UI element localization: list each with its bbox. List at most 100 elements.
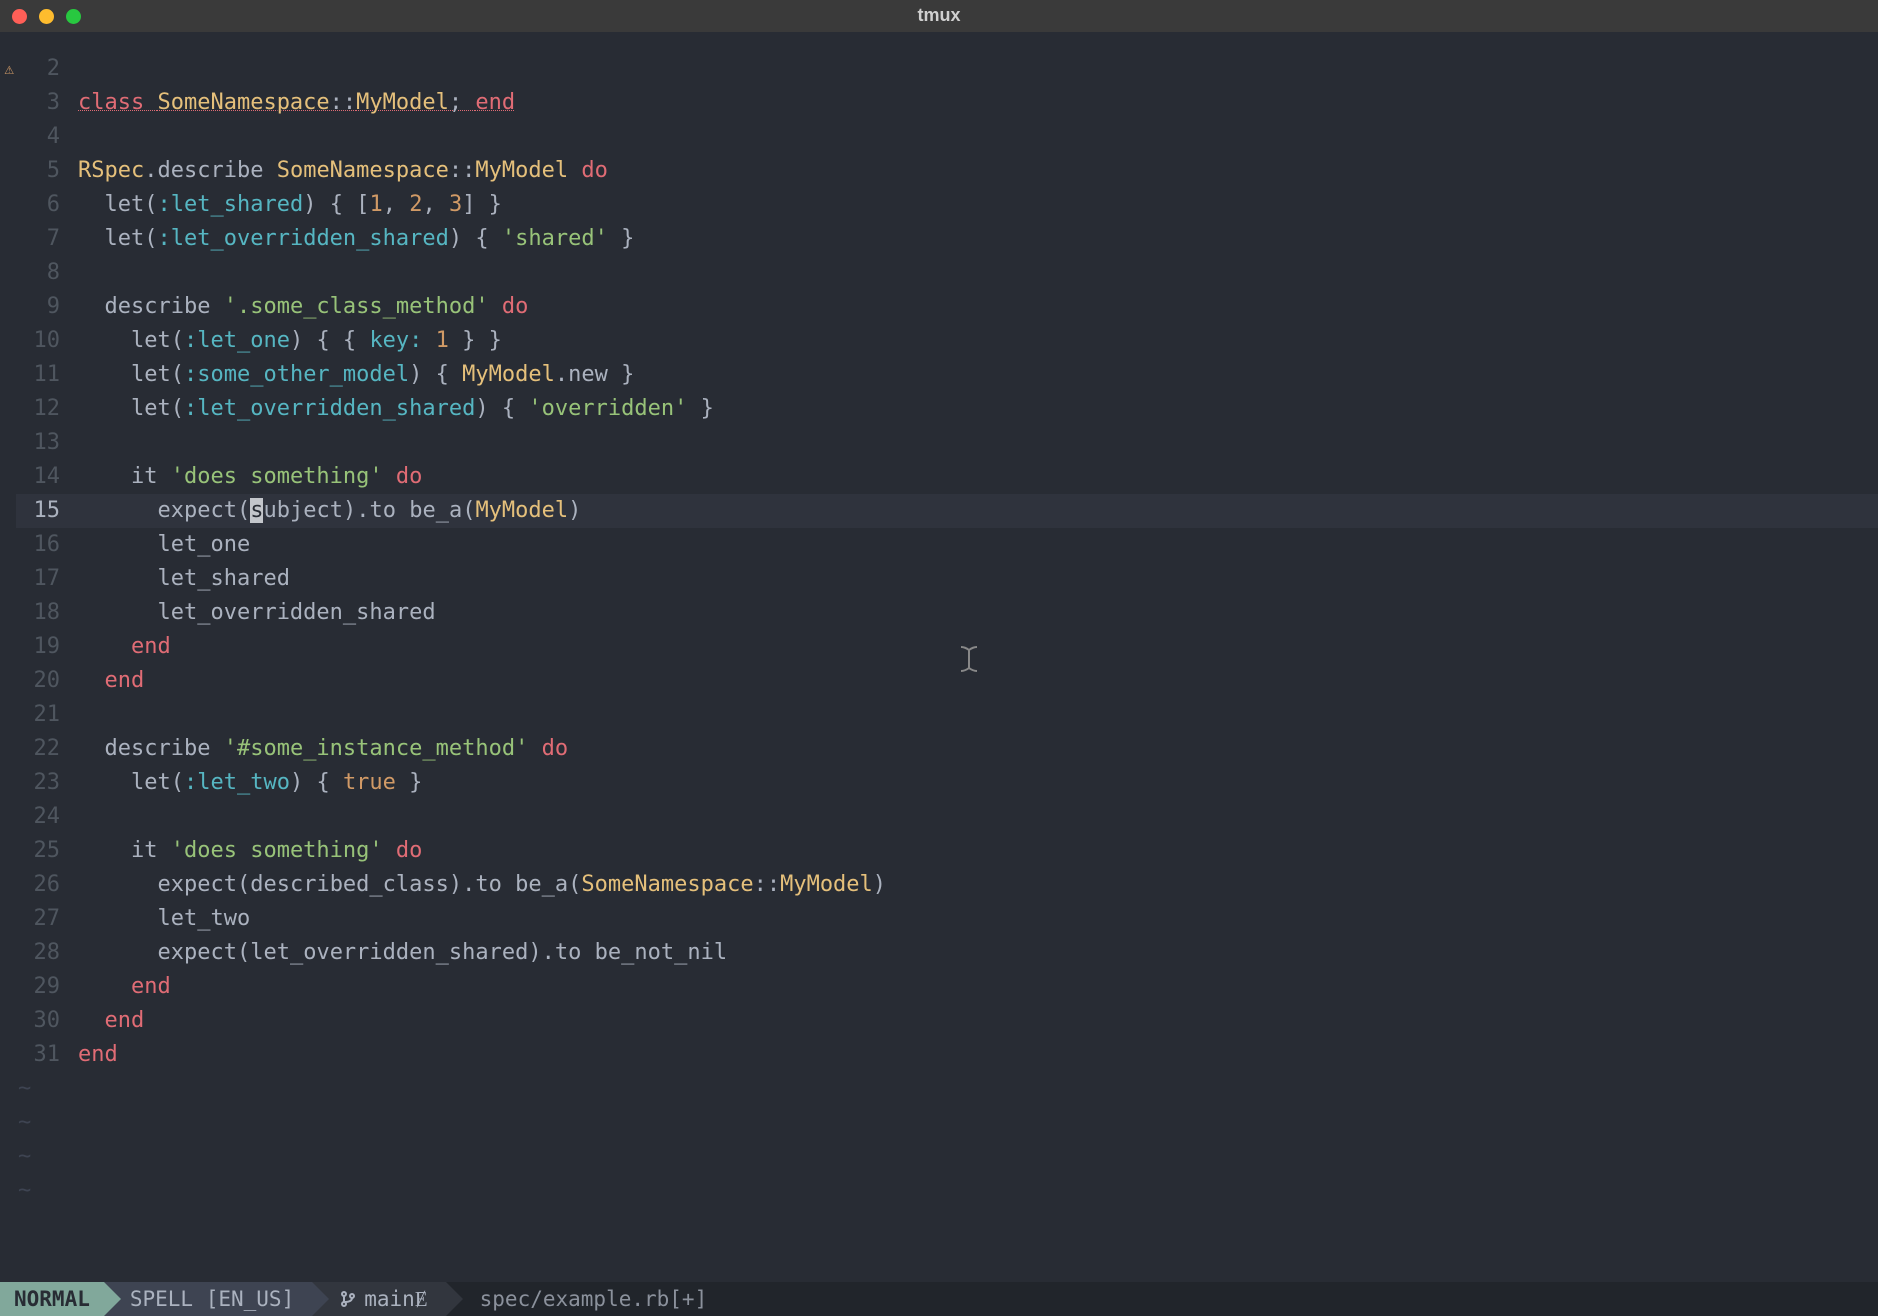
code-line[interactable]: 28 expect(let_overridden_shared).to be_n… bbox=[16, 936, 1878, 970]
code-line[interactable]: 10 let(:let_one) { { key: 1 } } bbox=[16, 324, 1878, 358]
code-content[interactable]: end bbox=[78, 1038, 1878, 1072]
code-line[interactable]: 22 describe '#some_instance_method' do bbox=[16, 732, 1878, 766]
line-number: 15 bbox=[16, 494, 78, 528]
line-number: 28 bbox=[16, 936, 78, 970]
code-content[interactable]: end bbox=[78, 970, 1878, 1004]
code-line[interactable]: 27 let_two bbox=[16, 902, 1878, 936]
code-line[interactable]: 20 end bbox=[16, 664, 1878, 698]
line-number: 22 bbox=[16, 732, 78, 766]
code-line[interactable]: 19 end bbox=[16, 630, 1878, 664]
code-content[interactable]: expect(described_class).to be_a(SomeName… bbox=[78, 868, 1878, 902]
line-number: 9 bbox=[16, 290, 78, 324]
line-number: 20 bbox=[16, 664, 78, 698]
line-number: 10 bbox=[16, 324, 78, 358]
line-number: 25 bbox=[16, 834, 78, 868]
code-content[interactable]: describe '#some_instance_method' do bbox=[78, 732, 1878, 766]
sign-column: ⚠ bbox=[0, 52, 16, 1282]
code-line[interactable]: 30 end bbox=[16, 1004, 1878, 1038]
code-line[interactable]: 9 describe '.some_class_method' do bbox=[16, 290, 1878, 324]
code-content[interactable]: let(:let_two) { true } bbox=[78, 766, 1878, 800]
window-title: tmux bbox=[917, 2, 960, 30]
line-number: 11 bbox=[16, 358, 78, 392]
status-spell: SPELL [EN_US] bbox=[104, 1282, 312, 1316]
status-filename: spec/example.rb[+] bbox=[446, 1282, 726, 1316]
line-number: 19 bbox=[16, 630, 78, 664]
code-line[interactable]: 11 let(:some_other_model) { MyModel.new … bbox=[16, 358, 1878, 392]
zoom-icon[interactable] bbox=[66, 9, 81, 24]
code-line[interactable]: 21 bbox=[16, 698, 1878, 732]
code-line[interactable]: 24 bbox=[16, 800, 1878, 834]
line-number: 12 bbox=[16, 392, 78, 426]
code-line[interactable]: 18 let_overridden_shared bbox=[16, 596, 1878, 630]
close-icon[interactable] bbox=[12, 9, 27, 24]
code-content[interactable]: expect(subject).to be_a(MyModel) bbox=[78, 494, 1878, 528]
status-mode: NORMAL bbox=[0, 1282, 104, 1316]
code-content[interactable]: let(:let_shared) { [1, 2, 3] } bbox=[78, 188, 1878, 222]
branch-icon bbox=[340, 1291, 356, 1307]
empty-line-tilde: ~ bbox=[16, 1072, 1878, 1106]
line-number: 16 bbox=[16, 528, 78, 562]
code-content[interactable]: let_shared bbox=[78, 562, 1878, 596]
line-number: 24 bbox=[16, 800, 78, 834]
code-content[interactable]: expect(let_overridden_shared).to be_not_… bbox=[78, 936, 1878, 970]
empty-line-tilde: ~ bbox=[16, 1174, 1878, 1208]
code-content[interactable]: let(:let_overridden_shared) { 'overridde… bbox=[78, 392, 1878, 426]
code-line[interactable]: 31end bbox=[16, 1038, 1878, 1072]
code-content[interactable]: let(:let_overridden_shared) { 'shared' } bbox=[78, 222, 1878, 256]
line-number: 27 bbox=[16, 902, 78, 936]
code-line[interactable]: 26 expect(described_class).to be_a(SomeN… bbox=[16, 868, 1878, 902]
code-content[interactable]: class SomeNamespace::MyModel; end bbox=[78, 86, 1878, 120]
code-content[interactable]: let_two bbox=[78, 902, 1878, 936]
code-content[interactable]: let(:some_other_model) { MyModel.new } bbox=[78, 358, 1878, 392]
code-content[interactable]: end bbox=[78, 1004, 1878, 1038]
code-content[interactable]: let_one bbox=[78, 528, 1878, 562]
gutter-sign: ⚠ bbox=[0, 52, 16, 86]
status-branch: mainɆ bbox=[312, 1282, 445, 1316]
code-line[interactable]: 6 let(:let_shared) { [1, 2, 3] } bbox=[16, 188, 1878, 222]
code-line[interactable]: 16 let_one bbox=[16, 528, 1878, 562]
line-number: 23 bbox=[16, 766, 78, 800]
line-number: 8 bbox=[16, 256, 78, 290]
code-line[interactable]: 4 bbox=[16, 120, 1878, 154]
minimize-icon[interactable] bbox=[39, 9, 54, 24]
statusbar: NORMAL SPELL [EN_US] mainɆ spec/example.… bbox=[0, 1282, 1878, 1316]
code-line[interactable]: 5RSpec.describe SomeNamespace::MyModel d… bbox=[16, 154, 1878, 188]
code-content[interactable]: end bbox=[78, 630, 1878, 664]
branch-name: mainɆ bbox=[364, 1283, 427, 1316]
code-line[interactable]: 23 let(:let_two) { true } bbox=[16, 766, 1878, 800]
titlebar: tmux bbox=[0, 0, 1878, 32]
line-number: 30 bbox=[16, 1004, 78, 1038]
code-content[interactable]: end bbox=[78, 664, 1878, 698]
code-line[interactable]: 13 bbox=[16, 426, 1878, 460]
line-number: 7 bbox=[16, 222, 78, 256]
empty-line-tilde: ~ bbox=[16, 1140, 1878, 1174]
code-content[interactable]: it 'does something' do bbox=[78, 460, 1878, 494]
code-line[interactable]: 29 end bbox=[16, 970, 1878, 1004]
code-content[interactable]: it 'does something' do bbox=[78, 834, 1878, 868]
code-line[interactable]: 2 bbox=[16, 52, 1878, 86]
line-number: 3 bbox=[16, 86, 78, 120]
line-number: 31 bbox=[16, 1038, 78, 1072]
code-content[interactable]: let_overridden_shared bbox=[78, 596, 1878, 630]
code-line[interactable]: 14 it 'does something' do bbox=[16, 460, 1878, 494]
line-number: 14 bbox=[16, 460, 78, 494]
code-line[interactable]: 8 bbox=[16, 256, 1878, 290]
editor[interactable]: ⚠ 23class SomeNamespace::MyModel; end45R… bbox=[0, 32, 1878, 1282]
code-line[interactable]: 15 expect(subject).to be_a(MyModel) bbox=[16, 494, 1878, 528]
line-number: 26 bbox=[16, 868, 78, 902]
code-line[interactable]: 17 let_shared bbox=[16, 562, 1878, 596]
code-line[interactable]: 7 let(:let_overridden_shared) { 'shared'… bbox=[16, 222, 1878, 256]
code-content[interactable]: describe '.some_class_method' do bbox=[78, 290, 1878, 324]
code-content[interactable]: let(:let_one) { { key: 1 } } bbox=[78, 324, 1878, 358]
line-number: 5 bbox=[16, 154, 78, 188]
line-number: 29 bbox=[16, 970, 78, 1004]
code-line[interactable]: 25 it 'does something' do bbox=[16, 834, 1878, 868]
line-number: 17 bbox=[16, 562, 78, 596]
code-content[interactable]: RSpec.describe SomeNamespace::MyModel do bbox=[78, 154, 1878, 188]
line-number: 21 bbox=[16, 698, 78, 732]
code-line[interactable]: 12 let(:let_overridden_shared) { 'overri… bbox=[16, 392, 1878, 426]
code-line[interactable]: 3class SomeNamespace::MyModel; end bbox=[16, 86, 1878, 120]
line-number: 13 bbox=[16, 426, 78, 460]
line-number: 4 bbox=[16, 120, 78, 154]
code-lines[interactable]: 23class SomeNamespace::MyModel; end45RSp… bbox=[16, 52, 1878, 1282]
